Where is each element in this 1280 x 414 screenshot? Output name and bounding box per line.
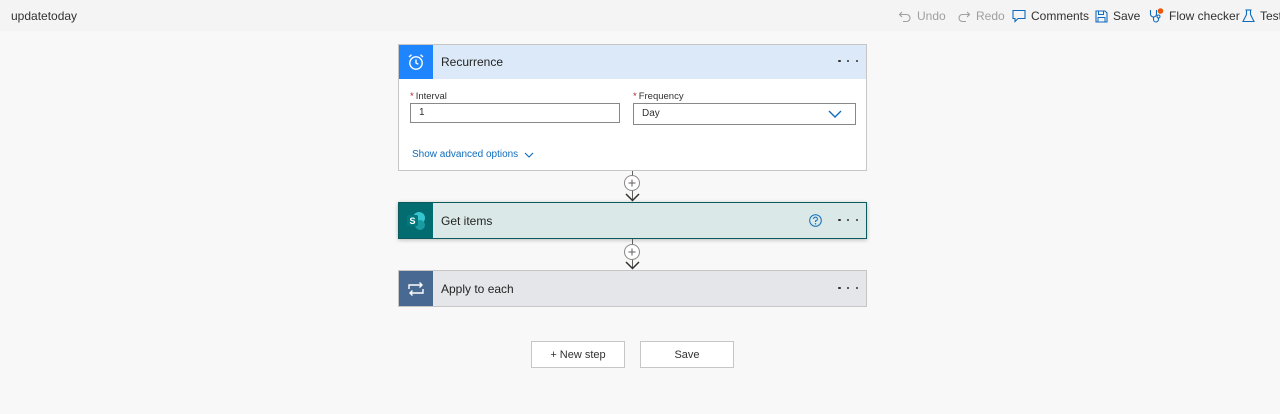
recurrence-body: * Interval 1 * Frequency Day Show advanced… [399, 79, 866, 170]
arrow-down-icon [625, 261, 640, 270]
save-button[interactable]: Save [640, 341, 734, 368]
plus-icon [628, 248, 636, 256]
get-items-header[interactable]: S Get items [399, 203, 866, 238]
save-toolbar-label: Save [1113, 9, 1141, 23]
recurrence-header[interactable]: Recurrence [399, 45, 866, 79]
frequency-label-text: Frequency [638, 91, 684, 102]
new-step-button[interactable]: + New step [531, 341, 625, 368]
frequency-dropdown[interactable]: Day [633, 103, 856, 125]
sharepoint-icon: S [399, 203, 433, 238]
help-icon[interactable] [809, 214, 822, 227]
required-asterisk: * [633, 91, 637, 102]
insert-step-button[interactable] [624, 175, 640, 191]
comments-button[interactable]: Comments [1012, 7, 1089, 25]
save-toolbar-button[interactable]: Save [1095, 7, 1140, 25]
top-bar: updatetoday Undo Redo Comments Save Flow… [0, 0, 1280, 31]
save-icon [1095, 9, 1108, 23]
interval-label: * Interval [410, 91, 447, 102]
recurrence-more-icon[interactable] [838, 54, 858, 68]
apply-to-each-card[interactable]: Apply to each [398, 270, 867, 307]
test-button[interactable]: Test [1242, 7, 1280, 25]
apply-to-each-title: Apply to each [441, 281, 514, 296]
test-label: Test [1260, 9, 1280, 23]
recurrence-title: Recurrence [441, 55, 504, 69]
chevron-down-icon [524, 152, 534, 158]
arrow-down-icon [625, 193, 640, 202]
get-items-more-icon[interactable] [838, 213, 858, 227]
recurrence-card: Recurrence * Interval 1 * Frequency Day Sh… [398, 44, 867, 171]
redo-label: Redo [976, 9, 1005, 23]
interval-label-text: Interval [415, 91, 447, 102]
undo-button[interactable]: Undo [898, 7, 946, 25]
flow-name[interactable]: updatetoday [11, 9, 77, 23]
undo-icon [898, 11, 911, 23]
apply-to-each-more-icon[interactable] [838, 281, 858, 295]
show-advanced-options-label: Show advanced options [412, 149, 519, 160]
comment-icon [1012, 9, 1026, 23]
plus-icon [628, 179, 636, 187]
frequency-value: Day [642, 108, 660, 119]
flask-icon [1242, 9, 1255, 23]
get-items-card[interactable]: S Get items [398, 202, 867, 239]
sharepoint-letter: S [409, 215, 415, 225]
stethoscope-icon [1149, 8, 1164, 23]
interval-input[interactable]: 1 [410, 103, 620, 123]
flow-checker-label: Flow checker [1169, 9, 1240, 23]
comments-label: Comments [1031, 9, 1090, 23]
insert-step-button[interactable] [624, 244, 640, 260]
chevron-down-icon [828, 110, 842, 118]
get-items-title: Get items [441, 213, 493, 228]
alarm-clock-icon [399, 45, 433, 79]
show-advanced-options-link[interactable]: Show advanced options [412, 149, 534, 160]
required-asterisk: * [410, 91, 414, 102]
redo-icon [958, 11, 971, 23]
frequency-label: * Frequency [633, 91, 684, 102]
apply-to-each-header[interactable]: Apply to each [399, 271, 866, 306]
flow-checker-button[interactable]: Flow checker [1148, 7, 1240, 25]
undo-label: Undo [917, 9, 946, 23]
redo-button[interactable]: Redo [957, 7, 1005, 25]
loop-icon [399, 271, 433, 306]
